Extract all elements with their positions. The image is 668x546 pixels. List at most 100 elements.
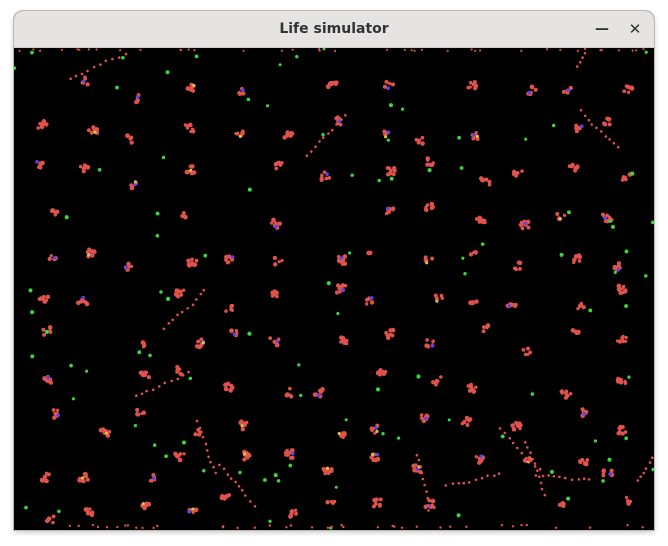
- particle: [78, 48, 81, 51]
- particle: [142, 343, 147, 348]
- particle: [166, 296, 171, 301]
- particle: [276, 160, 282, 166]
- minimize-button[interactable]: —: [590, 17, 614, 41]
- particle: [420, 141, 425, 146]
- particle: [142, 506, 147, 511]
- particle: [32, 48, 35, 51]
- particle: [511, 525, 515, 528]
- particle: [48, 329, 52, 333]
- particle: [39, 49, 42, 52]
- particle: [564, 389, 569, 394]
- particle: [339, 284, 344, 289]
- particle: [310, 150, 313, 153]
- particle: [277, 260, 281, 264]
- particle: [424, 207, 428, 212]
- particle: [129, 140, 134, 145]
- particle: [420, 48, 423, 51]
- particle: [202, 288, 205, 292]
- particle: [107, 429, 112, 434]
- particle: [387, 166, 392, 171]
- particle: [275, 339, 280, 344]
- particle: [375, 452, 380, 457]
- particle: [364, 302, 369, 306]
- particle: [218, 463, 221, 467]
- particle: [276, 479, 281, 483]
- particle: [294, 511, 298, 516]
- particle: [202, 468, 206, 473]
- particle: [412, 468, 416, 473]
- particle: [593, 439, 597, 443]
- particle: [145, 389, 148, 393]
- particle: [140, 392, 144, 396]
- particle: [270, 293, 275, 298]
- particle: [427, 168, 432, 173]
- particle: [156, 524, 159, 528]
- particle: [47, 256, 52, 262]
- particle: [605, 116, 610, 121]
- particle: [238, 92, 242, 96]
- particle: [38, 162, 43, 167]
- simulation-canvas[interactable]: [14, 48, 654, 530]
- particle: [81, 476, 85, 480]
- particle: [566, 88, 571, 93]
- particle: [626, 501, 631, 506]
- particle: [579, 61, 582, 64]
- particle: [533, 465, 537, 468]
- particle: [291, 451, 295, 456]
- particle: [510, 423, 515, 428]
- particle: [291, 48, 294, 51]
- particle: [421, 477, 425, 481]
- particle: [651, 467, 654, 472]
- window-title: Life simulator: [279, 21, 389, 37]
- particle: [57, 509, 61, 514]
- particle: [141, 502, 145, 506]
- particle: [463, 272, 467, 276]
- particle: [446, 49, 449, 52]
- particle: [582, 412, 586, 416]
- close-button[interactable]: ✕: [623, 17, 647, 41]
- particle: [340, 338, 345, 343]
- particle: [415, 453, 419, 457]
- particle: [49, 253, 53, 258]
- particle: [611, 224, 615, 229]
- particle: [230, 308, 234, 312]
- particle: [204, 442, 208, 446]
- particle: [189, 168, 193, 172]
- particle: [327, 176, 332, 180]
- particle: [199, 292, 203, 296]
- particle: [484, 177, 489, 182]
- particle: [190, 262, 195, 267]
- particle: [238, 470, 242, 475]
- particle: [430, 162, 435, 168]
- particle: [344, 114, 347, 117]
- particle: [391, 172, 396, 177]
- particle: [337, 431, 341, 436]
- particle: [46, 375, 50, 380]
- particle: [519, 220, 524, 225]
- particle: [411, 463, 417, 469]
- particle: [376, 526, 380, 529]
- particle: [650, 220, 654, 225]
- title-bar[interactable]: Life simulator — ✕: [14, 11, 654, 48]
- particle: [600, 130, 603, 133]
- particle: [539, 481, 543, 485]
- particle: [135, 411, 140, 417]
- particle: [577, 259, 582, 263]
- particle: [521, 348, 526, 352]
- particle: [321, 133, 325, 137]
- particle: [152, 526, 155, 530]
- particle: [42, 332, 47, 337]
- particle: [451, 482, 455, 485]
- particle: [280, 258, 284, 263]
- particle: [469, 252, 474, 257]
- particle: [425, 162, 430, 167]
- particle: [167, 322, 171, 325]
- particle: [86, 128, 91, 133]
- particle: [317, 393, 321, 397]
- particle: [55, 408, 60, 412]
- particle: [474, 217, 479, 221]
- particle: [547, 474, 550, 477]
- particle: [85, 82, 90, 87]
- particle: [148, 353, 152, 358]
- particle: [584, 48, 587, 51]
